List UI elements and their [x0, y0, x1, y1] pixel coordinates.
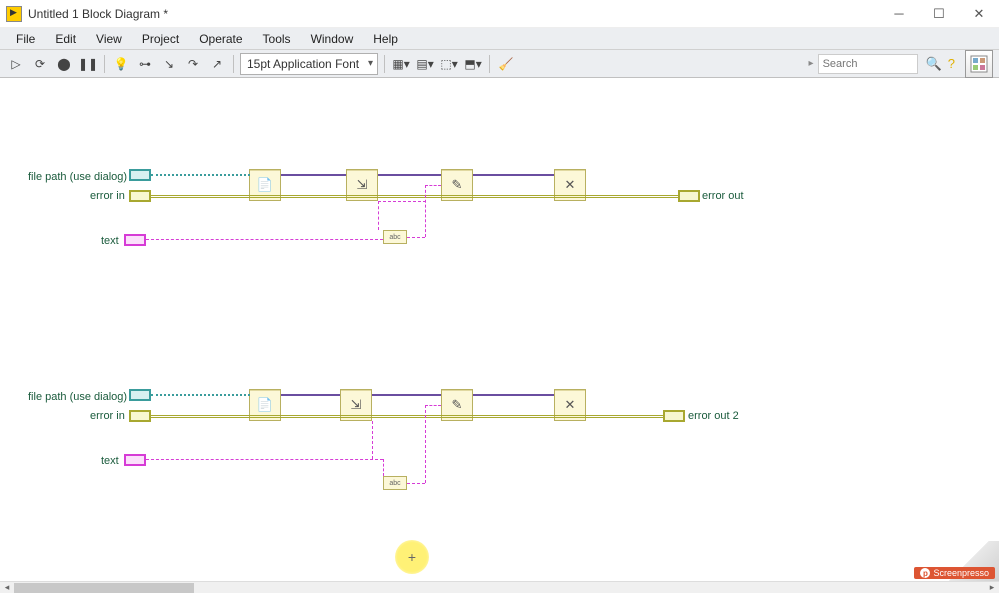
text-label-2: text [101, 455, 119, 467]
align-button[interactable]: ▦▾ [391, 54, 411, 74]
search-input[interactable] [818, 54, 918, 74]
reorder-button[interactable]: ⬒▾ [463, 54, 483, 74]
error-wire [151, 195, 678, 198]
concat-strings-node-2[interactable]: abc [383, 476, 407, 490]
cursor-highlight: + [395, 540, 429, 574]
string-wire [425, 405, 426, 483]
errorin-label: error in [90, 190, 125, 202]
toolbar: ▷ ⟳ ⬤ ❚❚ 💡 ⊶ ↘ ↷ ↗ 15pt Application Font… [0, 50, 999, 78]
distribute-button[interactable]: ▤▾ [415, 54, 435, 74]
menu-view[interactable]: View [86, 30, 132, 48]
help-icon[interactable]: ? [948, 56, 955, 72]
menu-project[interactable]: Project [132, 30, 189, 48]
menu-tools[interactable]: Tools [253, 30, 301, 48]
step-into-button[interactable]: ↘ [159, 54, 179, 74]
menu-help[interactable]: Help [363, 30, 408, 48]
string-wire [425, 185, 441, 186]
step-over-button[interactable]: ↷ [183, 54, 203, 74]
filepath-label-2: file path (use dialog) [28, 391, 127, 403]
string-wire [407, 483, 425, 484]
screenpresso-watermark: Screenpresso [914, 567, 995, 579]
filepath-label: file path (use dialog) [28, 171, 127, 183]
wire [281, 394, 340, 396]
text-control-2[interactable] [124, 454, 146, 466]
run-continuous-button[interactable]: ⟳ [30, 54, 50, 74]
abort-button[interactable]: ⬤ [54, 54, 74, 74]
errorout-indicator-2[interactable] [663, 410, 685, 422]
wire [473, 174, 554, 176]
close-button[interactable]: ✕ [959, 0, 999, 28]
filepath-control-2[interactable] [129, 389, 151, 401]
menu-edit[interactable]: Edit [45, 30, 86, 48]
string-wire [372, 421, 373, 459]
connector-pane-icon[interactable] [965, 50, 993, 78]
run-button[interactable]: ▷ [6, 54, 26, 74]
window-title: Untitled 1 Block Diagram * [28, 7, 879, 21]
menu-file[interactable]: File [6, 30, 45, 48]
string-wire [146, 239, 383, 240]
block-diagram-canvas[interactable]: file path (use dialog) error in text err… [0, 78, 999, 581]
errorin-control-2[interactable] [129, 410, 151, 422]
resize-button[interactable]: ⬚▾ [439, 54, 459, 74]
retain-wire-values-button[interactable]: ⊶ [135, 54, 155, 74]
wire [151, 394, 250, 396]
string-wire [378, 201, 379, 230]
wire [151, 174, 250, 176]
errorout-label: error out [702, 190, 744, 202]
wire [473, 394, 554, 396]
cleanup-button[interactable]: 🧹 [496, 54, 516, 74]
menu-window[interactable]: Window [301, 30, 364, 48]
wire [281, 174, 346, 176]
filepath-control[interactable] [129, 169, 151, 181]
title-bar: Untitled 1 Block Diagram * ─ ☐ ✕ [0, 0, 999, 28]
text-control[interactable] [124, 234, 146, 246]
string-wire [378, 201, 426, 202]
maximize-button[interactable]: ☐ [919, 0, 959, 28]
wire [378, 174, 441, 176]
horizontal-scrollbar[interactable]: ◂ ▸ [0, 581, 999, 593]
menu-bar: File Edit View Project Operate Tools Win… [0, 28, 999, 50]
errorin-label-2: error in [90, 410, 125, 422]
errorin-control[interactable] [129, 190, 151, 202]
string-wire [146, 459, 383, 460]
step-out-button[interactable]: ↗ [207, 54, 227, 74]
pause-button[interactable]: ❚❚ [78, 54, 98, 74]
minimize-button[interactable]: ─ [879, 0, 919, 28]
menu-operate[interactable]: Operate [189, 30, 252, 48]
error-wire [151, 415, 663, 418]
string-wire [383, 459, 384, 476]
highlight-execution-button[interactable]: 💡 [111, 54, 131, 74]
concat-strings-node[interactable]: abc [383, 230, 407, 244]
string-wire [425, 185, 426, 237]
errorout-indicator[interactable] [678, 190, 700, 202]
string-wire [425, 405, 441, 406]
text-label: text [101, 235, 119, 247]
wire [372, 394, 441, 396]
search-dropdown-icon[interactable]: ▸ [809, 58, 814, 69]
string-wire [407, 237, 425, 238]
errorout-label-2: error out 2 [688, 410, 739, 422]
font-selector[interactable]: 15pt Application Font [240, 53, 378, 75]
app-icon [6, 6, 22, 22]
search-icon[interactable]: 🔍 [926, 56, 942, 72]
scrollbar-thumb[interactable] [14, 583, 194, 593]
